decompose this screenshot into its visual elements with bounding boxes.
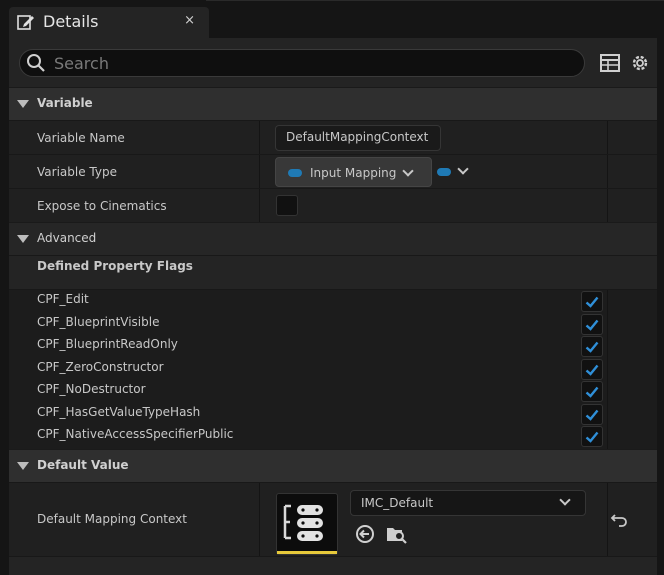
checkmark-icon [585, 409, 599, 421]
asset-picker-value: IMC_Default [361, 496, 434, 510]
tab-bar-background [206, 0, 664, 38]
flag-checkbox[interactable] [581, 381, 603, 402]
flag-checkbox[interactable] [581, 359, 603, 380]
flag-checkbox[interactable] [581, 404, 603, 425]
container-type-dropdown[interactable] [435, 163, 473, 181]
column-divider [607, 483, 608, 557]
asset-type-underline [277, 551, 337, 554]
flag-label: CPF_BlueprintReadOnly [37, 337, 178, 351]
checkmark-icon [585, 386, 599, 398]
tab-title: Details [43, 12, 99, 31]
flag-label: CPF_NativeAccessSpecifierPublic [37, 427, 234, 441]
category-label: Variable [37, 96, 93, 110]
browse-asset-icon[interactable] [385, 523, 407, 545]
variable-name-field[interactable]: DefaultMappingContext [275, 125, 441, 151]
tab-details[interactable]: Details × [9, 7, 209, 38]
row-variable-name: Variable Name DefaultMappingContext [9, 120, 657, 155]
details-panel: Variable Variable Name DefaultMappingCon… [9, 38, 657, 575]
tab-bar: Details × [0, 0, 664, 38]
close-icon[interactable]: × [184, 13, 195, 28]
asset-picker-dropdown[interactable]: IMC_Default [350, 490, 586, 516]
variable-type-value: Input Mapping C [310, 166, 398, 180]
row-expose-cinematics: Expose to Cinematics [9, 188, 657, 223]
expose-cinematics-label: Expose to Cinematics [37, 199, 167, 213]
row-variable-type: Variable Type Input Mapping C [9, 154, 657, 189]
asset-thumbnail[interactable] [276, 493, 338, 555]
chevron-down-icon [559, 494, 571, 506]
collapse-arrow-icon[interactable] [17, 235, 29, 243]
flag-label: CPF_ZeroConstructor [37, 360, 164, 374]
category-variable[interactable]: Variable [9, 87, 657, 120]
checkmark-icon [585, 319, 599, 331]
flag-label: CPF_Edit [37, 292, 89, 306]
property-flags-heading: Defined Property Flags [37, 259, 193, 273]
category-advanced[interactable]: Advanced [9, 222, 657, 255]
category-label: Default Value [37, 458, 129, 472]
flag-checkbox[interactable] [581, 291, 603, 312]
panel-footer [9, 556, 657, 575]
expose-cinematics-checkbox[interactable] [276, 195, 298, 216]
gear-icon[interactable] [629, 52, 651, 74]
table-view-icon[interactable] [599, 52, 621, 74]
collapse-arrow-icon[interactable] [17, 100, 29, 108]
input-mapping-context-icon [283, 504, 323, 541]
row-property-flags-header: Defined Property Flags [9, 255, 657, 289]
column-divider [259, 483, 260, 557]
reset-to-default-icon[interactable] [609, 509, 631, 531]
chevron-down-icon [457, 163, 469, 175]
column-divider [259, 155, 260, 189]
default-mapping-context-label: Default Mapping Context [37, 512, 187, 526]
variable-type-label: Variable Type [37, 165, 117, 179]
checkmark-icon [585, 364, 599, 376]
use-selected-arrow-icon[interactable] [354, 523, 376, 545]
column-divider [607, 121, 608, 155]
checkmark-icon [585, 341, 599, 353]
chevron-down-icon [402, 165, 414, 177]
flag-checkbox[interactable] [581, 426, 603, 447]
collapse-arrow-icon[interactable] [17, 462, 29, 470]
checkmark-icon [585, 296, 599, 308]
flag-checkbox[interactable] [581, 336, 603, 357]
row-default-mapping-context: Default Mapping Context IMC_Default [9, 482, 657, 557]
checkmark-icon [585, 431, 599, 443]
variable-type-dropdown[interactable]: Input Mapping C [275, 157, 432, 187]
flag-label: CPF_BlueprintVisible [37, 315, 160, 329]
search-input[interactable] [54, 52, 574, 74]
flag-label: CPF_NoDestructor [37, 382, 146, 396]
category-label: Advanced [37, 231, 97, 245]
column-divider [607, 155, 608, 189]
column-divider [607, 189, 608, 223]
column-divider [259, 189, 260, 223]
flag-label: CPF_HasGetValueTypeHash [37, 405, 201, 419]
variable-name-label: Variable Name [37, 131, 125, 145]
container-pill-icon [437, 168, 451, 176]
flag-checkbox[interactable] [581, 314, 603, 335]
type-pill-icon [288, 169, 302, 177]
column-divider [259, 121, 260, 155]
search-box[interactable] [19, 49, 585, 77]
property-flags-list: CPF_Edit CPF_BlueprintVisible CPF_Bluepr… [9, 289, 657, 450]
column-divider [607, 290, 608, 450]
pencil-icon [17, 15, 34, 30]
search-icon [27, 54, 45, 72]
category-default-value[interactable]: Default Value [9, 449, 657, 482]
